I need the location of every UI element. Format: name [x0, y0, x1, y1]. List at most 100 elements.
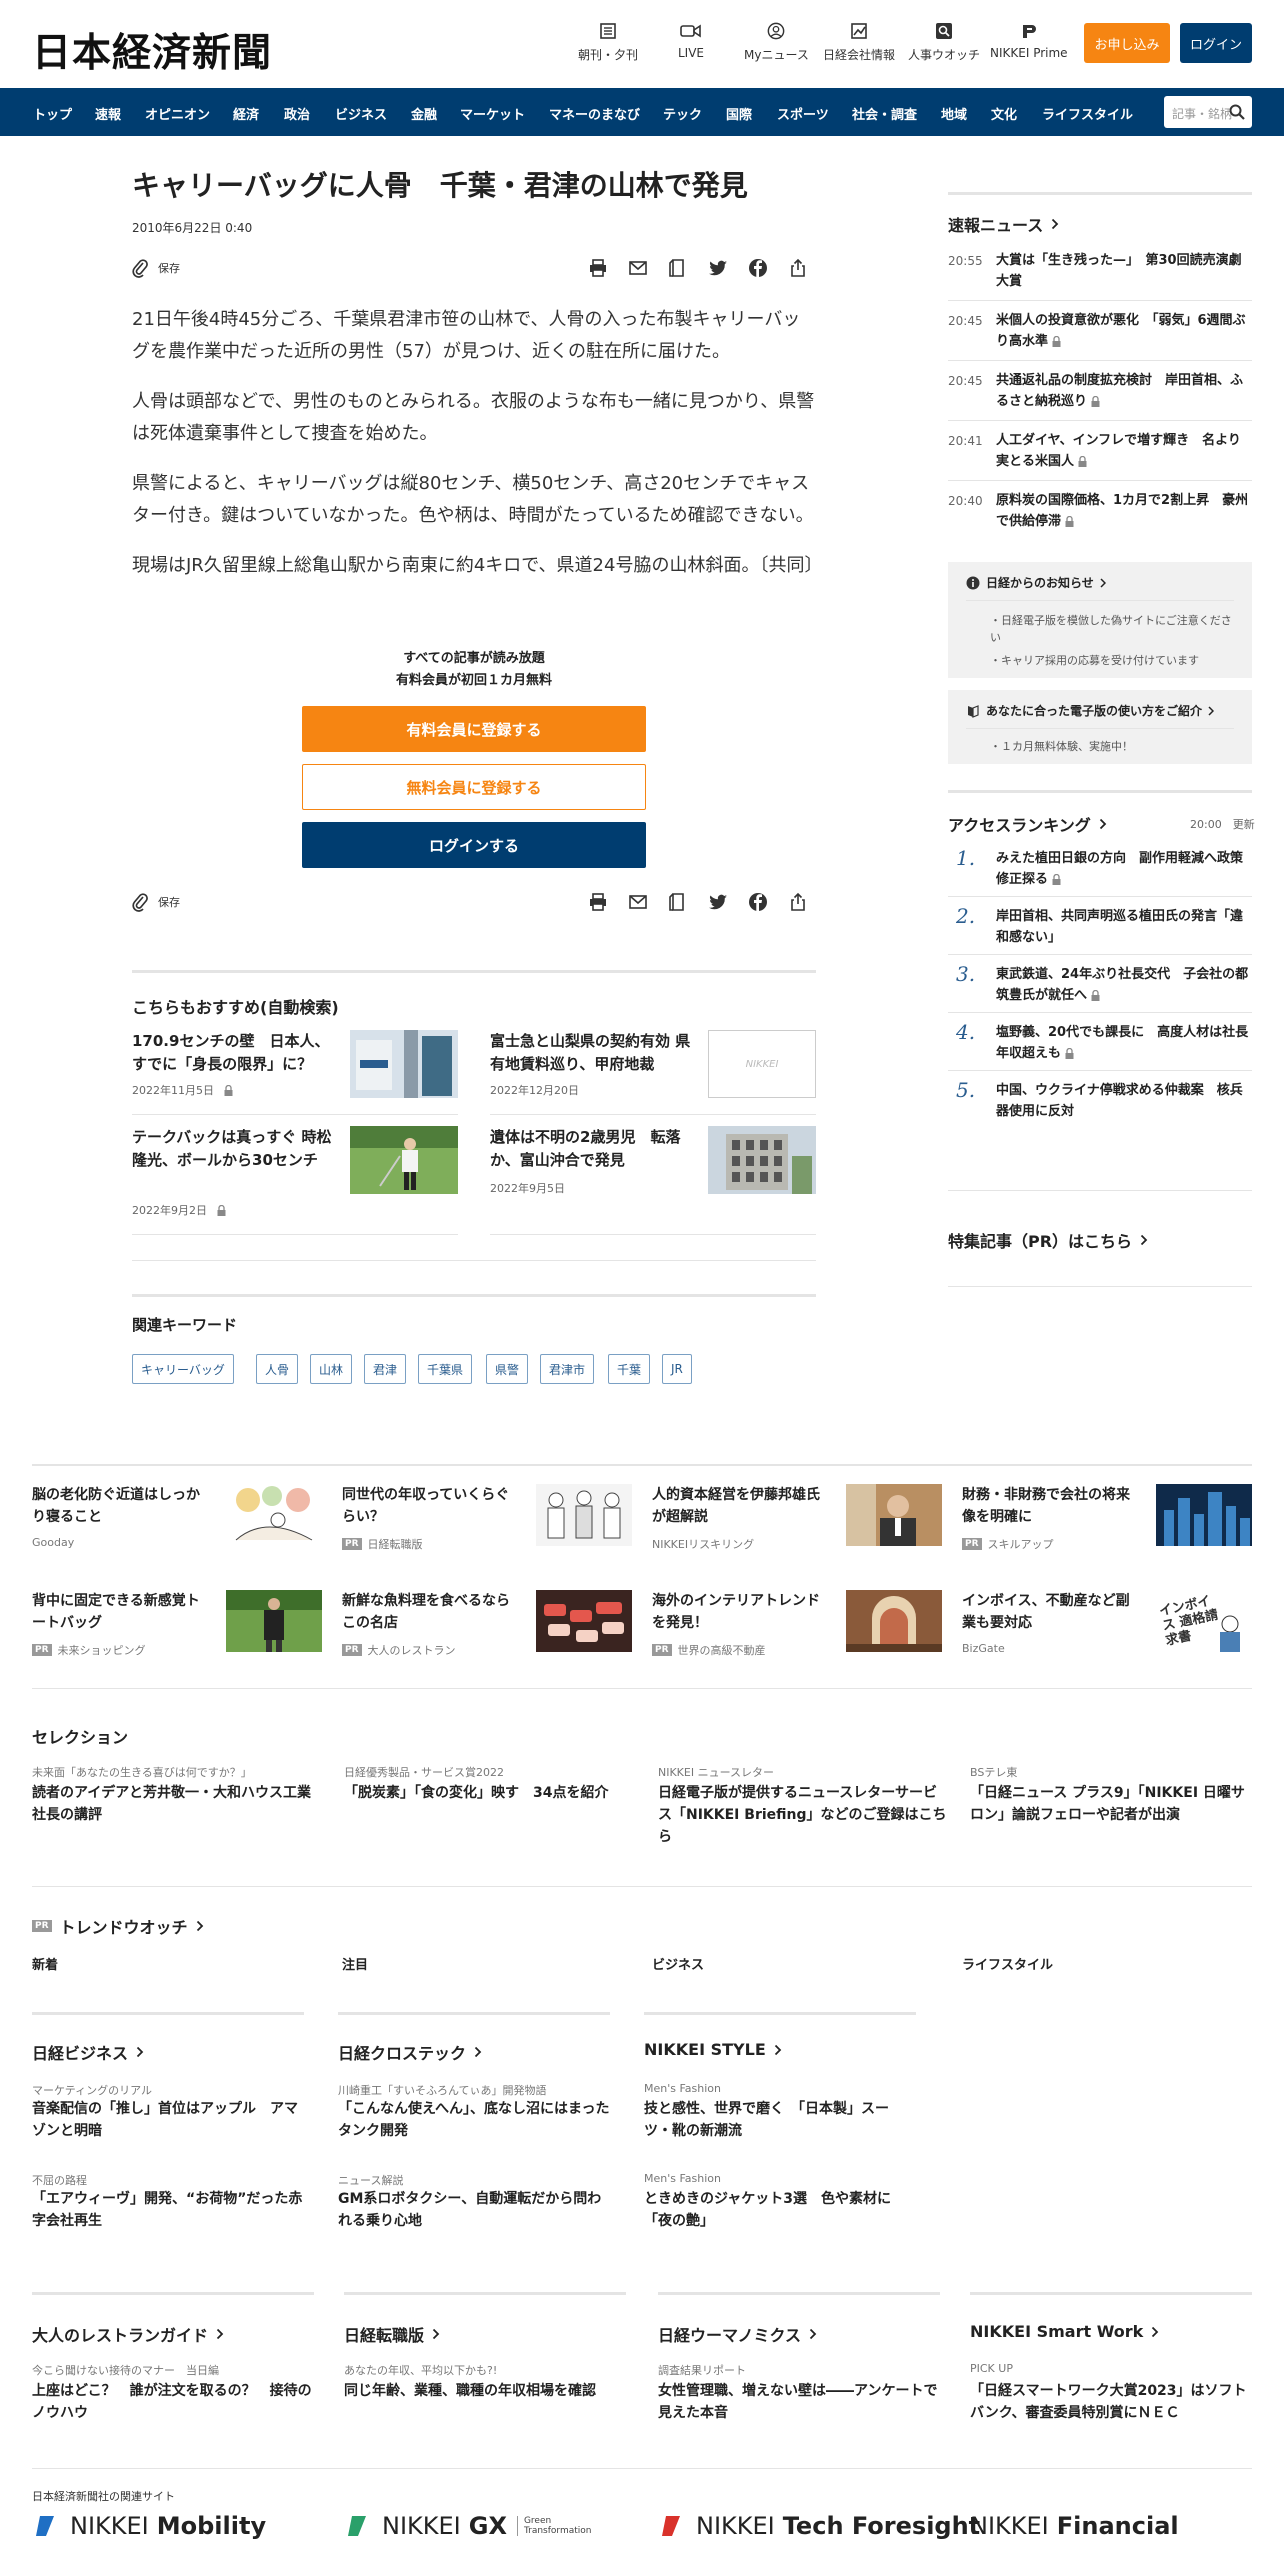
news-headline[interactable]: 原料炭の国際価格、1カ月で2割上昇 豪州で供給停滞	[996, 490, 1252, 532]
register-free-button[interactable]: 無料会員に登録する	[302, 764, 646, 810]
save-button[interactable]: 保存	[132, 892, 180, 912]
news-headline[interactable]: 共通返礼品の制度拡充検討 岸田首相、ふるさと納税巡り	[996, 370, 1252, 412]
ad-thumbnail[interactable]	[1156, 1484, 1252, 1546]
ranking-headline[interactable]: みえた植田日銀の方向 副作用軽減へ政策修正探る	[996, 848, 1252, 890]
selection-item[interactable]: 「日経ニュース プラス9」「NIKKEI 日曜サロン」論説フェローや記者が出演	[970, 1782, 1252, 1826]
womanomics-title[interactable]: 日経ウーマノミクス	[658, 2322, 817, 2346]
block-item[interactable]: 女性管理職、増えない壁は――アンケートで見えた本音	[658, 2380, 940, 2424]
ad-thumbnail[interactable]	[536, 1590, 632, 1652]
recommend-item-title[interactable]: 富士急と山梨県の契約有効 県有地賃料巡り、甲府地裁	[490, 1030, 704, 1076]
gnav-item-breaking[interactable]: 速報	[95, 104, 121, 123]
news-headline[interactable]: 米個人の投資意欲が悪化 「弱気」6週間ぶり高水準	[996, 310, 1252, 352]
keyword-tag[interactable]: 県警	[486, 1354, 529, 1384]
news-headline[interactable]: 人工ダイヤ、インフレで増す輝き 名より実とる米国人	[996, 430, 1252, 472]
ad-title[interactable]: 財務・非財務で会社の将来像を明確に	[962, 1484, 1136, 1528]
news-headline[interactable]: 大賞は「生き残った—」 第30回読売演劇大賞	[996, 250, 1252, 292]
gnav-item-economy[interactable]: 経済	[233, 104, 259, 123]
keyword-tag[interactable]: 千葉	[608, 1354, 651, 1384]
gnav-item-tech[interactable]: テック	[663, 104, 702, 123]
nikkei-style-title[interactable]: NIKKEI STYLE	[644, 2040, 782, 2059]
trend-watch-title[interactable]: PR トレンドウオッチ	[32, 1914, 204, 1938]
facebook-icon[interactable]	[748, 258, 768, 278]
nikkei-xtech-title[interactable]: 日経クロステック	[338, 2040, 482, 2064]
register-paid-button[interactable]: 有料会員に登録する	[302, 706, 646, 752]
recommend-item-title[interactable]: テークバックは真っすぐ 時松隆光、ボールから30センチ	[132, 1126, 332, 1172]
nav-company-info[interactable]: 日経会社情報	[823, 22, 895, 63]
keyword-tag[interactable]: 千葉県	[418, 1354, 473, 1384]
block-item[interactable]: 技と感性、世界で磨く 「日本製」スーツ・靴の新潮流	[644, 2098, 916, 2142]
gnav-item-culture[interactable]: 文化	[991, 104, 1017, 123]
paywall-login-button[interactable]: ログインする	[302, 822, 646, 868]
block-item[interactable]: 上座はどこ？ 誰が注文を取るの？ 接待のノウハウ	[32, 2380, 314, 2424]
ad-thumbnail[interactable]	[226, 1590, 322, 1652]
ad-thumbnail[interactable]: インボイス 適格請求書	[1156, 1590, 1252, 1652]
block-item[interactable]: 「こんなん使えへん」、底なし沼にはまったタンク開発	[338, 2098, 610, 2142]
nav-nikkei-prime[interactable]: NIKKEI Prime	[990, 22, 1068, 60]
gnav-item-business[interactable]: ビジネス	[335, 104, 387, 123]
nikkei-business-title[interactable]: 日経ビジネス	[32, 2040, 144, 2064]
smart-work-title[interactable]: NIKKEI Smart Work	[970, 2322, 1159, 2341]
ad-thumbnail[interactable]	[226, 1484, 322, 1546]
ranking-headline[interactable]: 塩野義、20代でも課長に 高度人材は社長年収超えも	[996, 1022, 1252, 1064]
gnav-item-society[interactable]: 社会・調査	[852, 104, 917, 123]
keyword-tag[interactable]: JR	[662, 1354, 692, 1384]
ranking-headline[interactable]: 岸田首相、共同声明巡る植田氏の発言「違和感ない」	[996, 906, 1252, 948]
gnav-item-finance[interactable]: 金融	[411, 104, 437, 123]
keyword-tag[interactable]: 人骨	[256, 1354, 299, 1384]
ad-title[interactable]: 脳の老化防ぐ近道はしっかり寝ること	[32, 1484, 206, 1528]
nav-my-news[interactable]: Myニュース	[744, 22, 809, 63]
ad-title[interactable]: インボイス、不動産など副業も要対応	[962, 1590, 1136, 1634]
guide-item[interactable]: ・１カ月無料体験、実施中！	[990, 738, 1240, 755]
special-feature-link[interactable]: 特集記事（PR）はこちら	[948, 1228, 1148, 1252]
print-icon[interactable]	[588, 892, 608, 912]
clip-note-icon[interactable]	[668, 892, 688, 912]
gnav-item-lifestyle[interactable]: ライフスタイル	[1042, 104, 1133, 123]
brand-nikkei-financial[interactable]: NIKKEI Financial	[970, 2512, 1179, 2540]
block-item[interactable]: GM系ロボタクシー、自動運転だから問われる乗り心地	[338, 2188, 610, 2232]
facebook-icon[interactable]	[748, 892, 768, 912]
nav-morning-evening[interactable]: 朝刊・夕刊	[578, 22, 638, 63]
brand-nikkei-tech-foresight[interactable]: NIKKEI Tech Foresight	[658, 2512, 980, 2540]
gnav-item-market[interactable]: マーケット	[460, 104, 525, 123]
block-item[interactable]: 音楽配信の「推し」首位はアップル アマゾンと明暗	[32, 2098, 304, 2142]
ranking-headline[interactable]: 東武鉄道、24年ぶり社長交代 子会社の都筑豊氏が就任へ	[996, 964, 1252, 1006]
brand-nikkei-gx[interactable]: NIKKEI GX Green Transformation	[344, 2512, 593, 2540]
recommend-thumbnail[interactable]: NIKKEI	[708, 1030, 816, 1098]
gnav-item-politics[interactable]: 政治	[284, 104, 310, 123]
recommend-thumbnail[interactable]	[350, 1126, 458, 1194]
keyword-tag[interactable]: キャリーバッグ	[132, 1354, 234, 1384]
block-item[interactable]: 同じ年齢、業種、職種の年収相場を確認	[344, 2380, 626, 2402]
block-item[interactable]: 「エアウィーヴ」開発、“お荷物”だった赤字会社再生	[32, 2188, 304, 2232]
selection-item[interactable]: 日経電子版が提供するニュースレターサービス「NIKKEI Briefing」など…	[658, 1782, 948, 1848]
nav-live[interactable]: LIVE	[678, 22, 704, 60]
ad-thumbnail[interactable]	[846, 1484, 942, 1546]
gnav-item-opinion[interactable]: オピニオン	[145, 104, 210, 123]
keyword-tag[interactable]: 君津	[364, 1354, 407, 1384]
ad-title[interactable]: 人的資本経営を伊藤邦雄氏が超解説	[652, 1484, 826, 1528]
ad-thumbnail[interactable]	[536, 1484, 632, 1546]
ad-title[interactable]: 背中に固定できる新感覚トートバッグ	[32, 1590, 206, 1634]
notice-item[interactable]: ・日経電子版を模倣した偽サイトにご注意ください	[990, 612, 1240, 646]
notice-title[interactable]: 日経からのお知らせ	[966, 574, 1112, 591]
gnav-item-top[interactable]: トップ	[33, 104, 72, 123]
twitter-icon[interactable]	[708, 892, 728, 912]
twitter-icon[interactable]	[708, 258, 728, 278]
ad-title[interactable]: 新鮮な魚料理を食べるならこの名店	[342, 1590, 516, 1634]
block-item[interactable]: 「日経スマートワーク大賞2023」はソフトバンク、審査委員特別賞にＮＥＣ	[970, 2380, 1252, 2424]
gnav-item-sports[interactable]: スポーツ	[777, 104, 829, 123]
gnav-item-money[interactable]: マネーのまなび	[549, 104, 640, 123]
apply-button[interactable]: お申し込み	[1084, 23, 1170, 63]
share-icon[interactable]	[788, 892, 808, 912]
brand-nikkei-mobility[interactable]: NIKKEI Mobility	[32, 2512, 266, 2540]
ranking-title[interactable]: アクセスランキング	[948, 812, 1107, 836]
career-title[interactable]: 日経転職版	[344, 2322, 440, 2346]
print-icon[interactable]	[588, 258, 608, 278]
recommend-item-title[interactable]: 170.9センチの壁 日本人、すでに「身長の限界」に？	[132, 1030, 332, 1076]
selection-item[interactable]: 読者のアイデアと芳井敬一・大和ハウス工業社長の講評	[32, 1782, 322, 1826]
search-icon[interactable]	[1228, 103, 1246, 121]
keyword-tag[interactable]: 山林	[310, 1354, 353, 1384]
ad-title[interactable]: 海外のインテリアトレンドを発見！	[652, 1590, 826, 1634]
selection-item[interactable]: 「脱炭素」「食の変化」映す 34点を紹介	[344, 1782, 634, 1804]
site-logo[interactable]: 日本経済新聞	[32, 22, 272, 78]
share-icon[interactable]	[788, 258, 808, 278]
